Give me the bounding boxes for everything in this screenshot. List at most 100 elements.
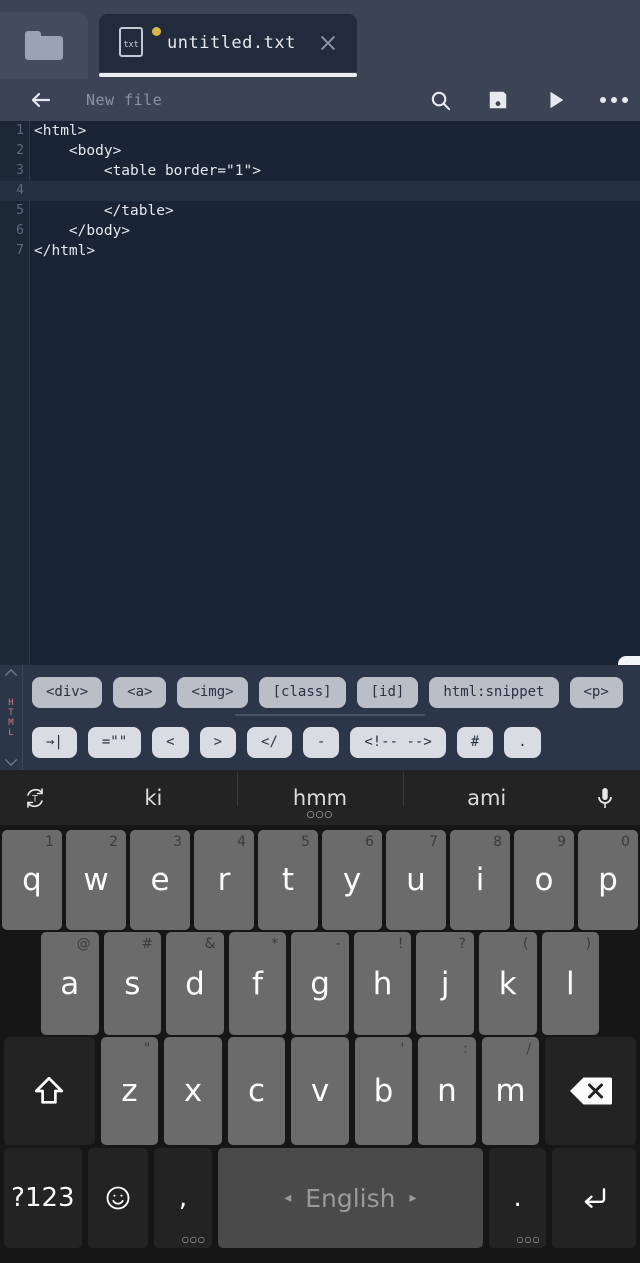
- key-label: f: [252, 965, 263, 1002]
- next-language-arrow[interactable]: ▸: [410, 1190, 417, 1206]
- key-c[interactable]: c: [227, 1037, 286, 1145]
- snippet-symbol-4[interactable]: </: [247, 726, 292, 758]
- suggestion-3-text: ami: [467, 785, 507, 810]
- code-content[interactable]: 1 <html> 2 <body> 3 <table border="1"> 4 5 </…: [0, 121, 640, 665]
- key-d[interactable]: d &: [166, 932, 224, 1035]
- key-g[interactable]: g-: [291, 932, 349, 1035]
- space-key-label: English: [305, 1183, 396, 1213]
- key-hint: 9: [557, 834, 566, 850]
- snippet-symbol-2[interactable]: <: [152, 726, 189, 758]
- key-k[interactable]: k(: [478, 932, 537, 1035]
- emoji-key[interactable]: [87, 1148, 149, 1248]
- toolbar-actions: [428, 88, 628, 112]
- keyboard-row-3-letters: z " x c v b ' n: m /: [100, 1037, 540, 1145]
- enter-key[interactable]: [552, 1148, 636, 1248]
- key-q[interactable]: q1: [2, 830, 62, 930]
- lang-char-h: H: [8, 697, 14, 708]
- snippet-tag-5[interactable]: html:snippet: [429, 676, 559, 708]
- key-i[interactable]: i8: [450, 830, 510, 930]
- prev-language-arrow[interactable]: ◂: [284, 1190, 291, 1206]
- key-l[interactable]: l): [541, 932, 600, 1035]
- chevron-up-icon[interactable]: [4, 668, 18, 677]
- key-w[interactable]: w2: [66, 830, 126, 930]
- key-b[interactable]: b ': [354, 1037, 413, 1145]
- microphone-icon[interactable]: [570, 785, 640, 811]
- open-folder-button[interactable]: [0, 12, 88, 79]
- key-e[interactable]: e3: [130, 830, 190, 930]
- snippet-tag-0[interactable]: <div>: [32, 676, 103, 708]
- key-u[interactable]: u7: [386, 830, 446, 930]
- key-j[interactable]: j?: [416, 932, 474, 1035]
- code-line[interactable]: 4: [0, 181, 640, 201]
- snippet-tag-1[interactable]: <a>: [113, 676, 167, 708]
- suggestion-1-text: ki: [144, 785, 163, 810]
- key-r[interactable]: r4: [194, 830, 254, 930]
- code-line[interactable]: 2 <body>: [0, 141, 640, 161]
- line-text: </html>: [34, 243, 96, 259]
- suggestion-word-3[interactable]: ami: [403, 771, 570, 810]
- symbols-key[interactable]: ?123: [4, 1148, 82, 1248]
- suggestion-word-2[interactable]: hmm ○○○: [236, 771, 404, 820]
- key-v[interactable]: v: [291, 1037, 349, 1145]
- code-line[interactable]: 7 </html>: [0, 241, 640, 261]
- snippet-language-label: H T M L: [8, 698, 13, 738]
- key-s[interactable]: s #: [103, 932, 162, 1035]
- overflow-menu-icon[interactable]: [600, 88, 628, 112]
- code-line[interactable]: 5 </table>: [0, 201, 640, 221]
- key-o[interactable]: o9: [514, 830, 574, 930]
- period-key[interactable]: . ○○○: [488, 1148, 547, 1248]
- snippet-tag-4[interactable]: [id]: [356, 676, 419, 708]
- snippet-symbol-8[interactable]: .: [504, 726, 541, 758]
- key-label: t: [281, 862, 295, 898]
- code-line[interactable]: 3 <table border="1">: [0, 161, 640, 181]
- key-p[interactable]: p0: [578, 830, 638, 930]
- close-icon[interactable]: [317, 32, 339, 54]
- file-tab-untitled[interactable]: txt untitled.txt: [99, 14, 357, 72]
- key-label: m: [495, 1073, 526, 1109]
- comma-key[interactable]: , ○○○: [154, 1148, 212, 1248]
- key-n[interactable]: n:: [418, 1037, 476, 1145]
- key-hint: 2: [109, 834, 118, 850]
- snippet-tag-2[interactable]: <img>: [177, 676, 248, 708]
- snippet-symbol-3[interactable]: >: [199, 726, 237, 758]
- snippet-symbol-1[interactable]: ="": [87, 726, 142, 758]
- search-icon[interactable]: [428, 88, 452, 112]
- back-arrow-icon[interactable]: [28, 89, 54, 111]
- lang-char-l: L: [8, 727, 14, 738]
- key-hint: ): [585, 936, 592, 952]
- chevron-left-icon[interactable]: [618, 656, 640, 665]
- key-hint: /: [526, 1041, 532, 1057]
- code-editor[interactable]: 1 <html> 2 <body> 3 <table border="1"> 4 5 </…: [0, 121, 640, 665]
- key-label: d: [185, 965, 205, 1002]
- key-x[interactable]: x: [164, 1037, 222, 1145]
- key-y[interactable]: y6: [322, 830, 382, 930]
- code-line[interactable]: 6 </body>: [0, 221, 640, 241]
- snippet-symbol-5[interactable]: -: [302, 726, 340, 758]
- snippet-symbol-7[interactable]: #: [456, 726, 494, 758]
- snippet-tag-6[interactable]: <p>: [569, 676, 623, 708]
- key-m[interactable]: m /: [481, 1037, 540, 1145]
- shift-key[interactable]: [4, 1037, 95, 1145]
- on-screen-keyboard: q1w2e3r4t5y6u7i8o9p0 a @ s # d & f * g - h! j? k(l) …: [0, 825, 640, 1263]
- space-key[interactable]: ◂ English ▸: [217, 1148, 483, 1248]
- snippet-symbol-0[interactable]: →|: [32, 726, 77, 758]
- key-label: s: [124, 965, 141, 1002]
- save-icon[interactable]: [486, 88, 510, 112]
- translate-refresh-icon[interactable]: T: [0, 786, 70, 810]
- chevron-down-icon[interactable]: [4, 758, 18, 767]
- key-h[interactable]: h!: [353, 932, 412, 1035]
- suggestion-word-1[interactable]: ki: [70, 786, 237, 810]
- key-z[interactable]: z ": [100, 1037, 159, 1145]
- key-label: e: [150, 862, 170, 898]
- snippet-tag-3[interactable]: [class]: [258, 676, 346, 708]
- snippet-side-controls: H T M L: [0, 665, 22, 770]
- key-label: y: [342, 862, 362, 898]
- snippet-symbol-6[interactable]: <!-- -->: [350, 726, 446, 758]
- run-icon[interactable]: [544, 88, 568, 112]
- key-a[interactable]: a @: [41, 932, 99, 1035]
- key-t[interactable]: t5: [258, 830, 318, 930]
- backspace-key[interactable]: [545, 1037, 637, 1145]
- snippet-row-separator: [235, 714, 425, 716]
- code-line[interactable]: 1 <html>: [0, 121, 640, 141]
- key-f[interactable]: f *: [228, 932, 287, 1035]
